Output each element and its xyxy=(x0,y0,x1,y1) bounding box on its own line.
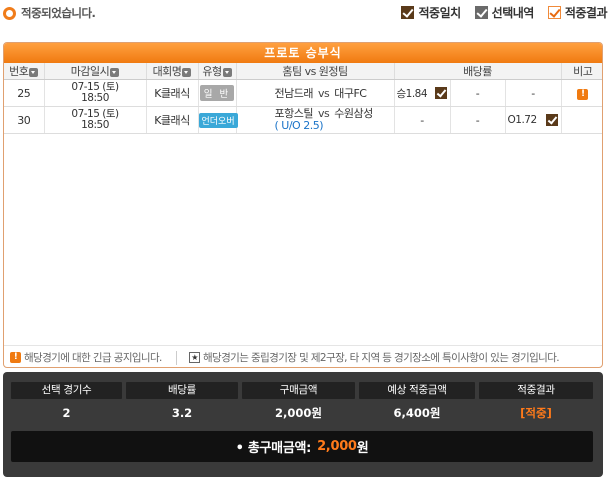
sort-down-icon[interactable] xyxy=(222,67,232,77)
row-deadline: 07-15 (토) 18:50 xyxy=(44,106,147,134)
sort-down-icon[interactable] xyxy=(110,67,120,77)
match-table: 번호 마감일시 대회명 유형 홈팀 vs 원정팀 배당률 비고 25 07-15… xyxy=(4,63,602,134)
total-unit: 원 xyxy=(356,441,369,456)
summary-header-expected: 예상 적중금액 xyxy=(359,382,475,399)
summary-header-games: 선택 경기수 xyxy=(11,382,122,399)
status-circle-icon xyxy=(3,6,16,20)
summary-header-result: 적중결과 xyxy=(479,382,593,399)
odd-draw: - xyxy=(450,106,506,134)
summary-headers: 선택 경기수 배당률 구매금액 예상 적중금액 적중결과 xyxy=(11,382,593,399)
notice-icon[interactable]: ! xyxy=(577,89,589,100)
col-match: 홈팀 vs 원정팀 xyxy=(236,63,395,80)
hit-check-icon xyxy=(434,87,447,99)
status-message: 적중되었습니다. xyxy=(21,6,96,20)
summary-header-amount: 구매금액 xyxy=(242,382,355,399)
summary-expected-value: 6,400원 xyxy=(393,406,441,420)
urgent-notice-legend: ! 해당경기에 대한 긴급 공지입니다. xyxy=(4,350,176,365)
row-note[interactable]: ! xyxy=(561,79,602,107)
purchase-summary: 선택 경기수 배당률 구매금액 예상 적중금액 적중결과 2 3.2 2,000… xyxy=(3,372,603,477)
odd-lose: O1.72 xyxy=(505,106,562,134)
col-league[interactable]: 대회명 xyxy=(146,63,199,80)
row-match: 포항스틸 vs 수원삼성 ( U/O 2.5) xyxy=(236,106,395,134)
checkbox-gray-icon xyxy=(474,6,488,19)
notice-icon: ! xyxy=(10,352,21,363)
legend-hit-result: 적중결과 xyxy=(547,4,608,21)
sort-down-icon[interactable] xyxy=(182,67,192,77)
row-match: 전남드래 vs 대구FC xyxy=(236,79,395,107)
summary-header-odds: 배당률 xyxy=(126,382,238,399)
col-no[interactable]: 번호 xyxy=(4,63,45,80)
under-over-line: ( U/O 2.5) xyxy=(274,119,324,132)
odd-win: - xyxy=(394,106,451,134)
hit-check-icon xyxy=(545,114,558,126)
odd-win: 승1.84 xyxy=(394,79,451,107)
summary-odds-value: 3.2 xyxy=(171,406,193,420)
type-badge: 일 반 xyxy=(199,85,235,101)
col-deadline[interactable]: 마감일시 xyxy=(44,63,147,80)
odd-draw: - xyxy=(450,79,506,107)
total-amount: 2,000 xyxy=(317,439,357,454)
type-badge: 언더오버 xyxy=(198,112,238,128)
star-icon: ★ xyxy=(189,352,200,363)
legend-selection: 선택내역 xyxy=(474,4,534,21)
row-no: 30 xyxy=(4,106,45,134)
table-row: 25 07-15 (토) 18:50 K클래식 일 반 전남드래 vs 대구FC … xyxy=(4,79,602,107)
col-type[interactable]: 유형 xyxy=(198,63,237,80)
summary-games-value: 2 xyxy=(62,406,71,420)
panel-footer: ! 해당경기에 대한 긴급 공지입니다. ★ 해당경기는 중립경기장 및 제2구… xyxy=(4,345,602,367)
bet-panel: 프로토 승부식 번호 마감일시 대회명 유형 홈팀 vs 원정팀 배당률 비고 … xyxy=(3,42,603,368)
panel-title: 프로토 승부식 xyxy=(4,43,602,63)
col-note: 비고 xyxy=(561,63,602,80)
venue-notice-legend: ★ 해당경기는 중립경기장 및 제2구장, 타 지역 등 경기장소에 특이사항이… xyxy=(176,350,560,365)
checkbox-orange-icon xyxy=(547,6,561,19)
row-deadline: 07-15 (토) 18:50 xyxy=(44,79,147,107)
total-purchase-bar: • 총구매금액: 2,000 원 xyxy=(11,431,593,462)
total-label: • 총구매금액: xyxy=(235,441,312,456)
checkbox-dark-icon xyxy=(401,6,415,19)
row-type: 언더오버 xyxy=(198,106,238,134)
table-header: 번호 마감일시 대회명 유형 홈팀 vs 원정팀 배당률 비고 xyxy=(4,63,602,80)
legend-hit-match: 적중일치 xyxy=(401,4,461,21)
row-league: K클래식 xyxy=(146,79,199,107)
row-no: 25 xyxy=(4,79,45,107)
odd-lose: - xyxy=(505,79,562,107)
col-odds: 배당률 xyxy=(394,63,562,80)
row-type: 일 반 xyxy=(198,79,237,107)
table-row: 30 07-15 (토) 18:50 K클래식 언더오버 포항스틸 vs 수원삼성… xyxy=(4,106,602,134)
summary-amount-value: 2,000원 xyxy=(275,406,322,420)
sort-down-icon[interactable] xyxy=(29,67,39,77)
summary-result-value: [적중] xyxy=(520,406,552,420)
top-bar: 적중되었습니다. 적중일치 선택내역 적중결과 xyxy=(0,0,612,28)
row-note xyxy=(561,106,602,134)
result-status: 적중되었습니다. xyxy=(3,5,96,21)
summary-values: 2 3.2 2,000원 6,400원 [적중] xyxy=(11,405,593,421)
row-league: K클래식 xyxy=(146,106,199,134)
legend: 적중일치 선택내역 적중결과 xyxy=(401,4,608,21)
